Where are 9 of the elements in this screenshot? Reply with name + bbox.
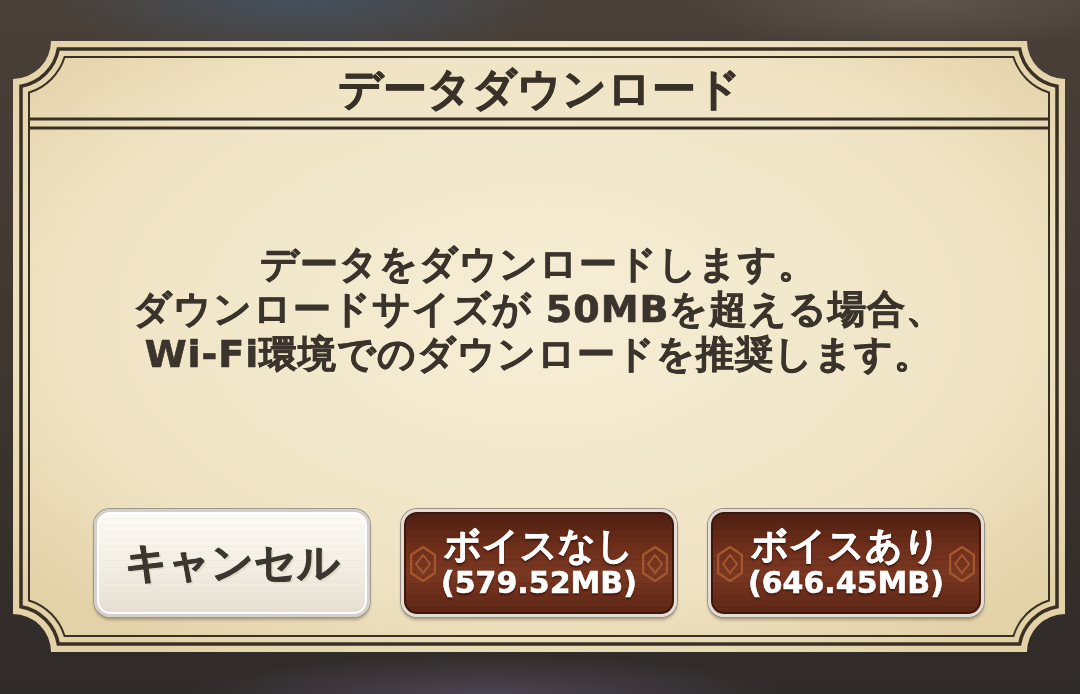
hexagon-ornament-icon xyxy=(410,546,436,582)
hexagon-ornament-icon xyxy=(642,546,668,582)
cancel-button[interactable]: キャンセル xyxy=(94,509,370,617)
download-button[interactable]: ボイスなし (579.52MB) xyxy=(401,509,677,617)
download-button[interactable]: ボイスあり (646.45MB) xyxy=(708,509,984,617)
hexagon-ornament-icon xyxy=(949,546,975,582)
hexagon-ornament-icon xyxy=(717,546,743,582)
dialog-title: データダウンロード xyxy=(337,62,741,116)
message-text: データをダウンロードします。 ダウンロードサイズが 50MBを超える場合、 Wi-Fi環境でのダウンロードを推奨します。 xyxy=(132,242,946,377)
